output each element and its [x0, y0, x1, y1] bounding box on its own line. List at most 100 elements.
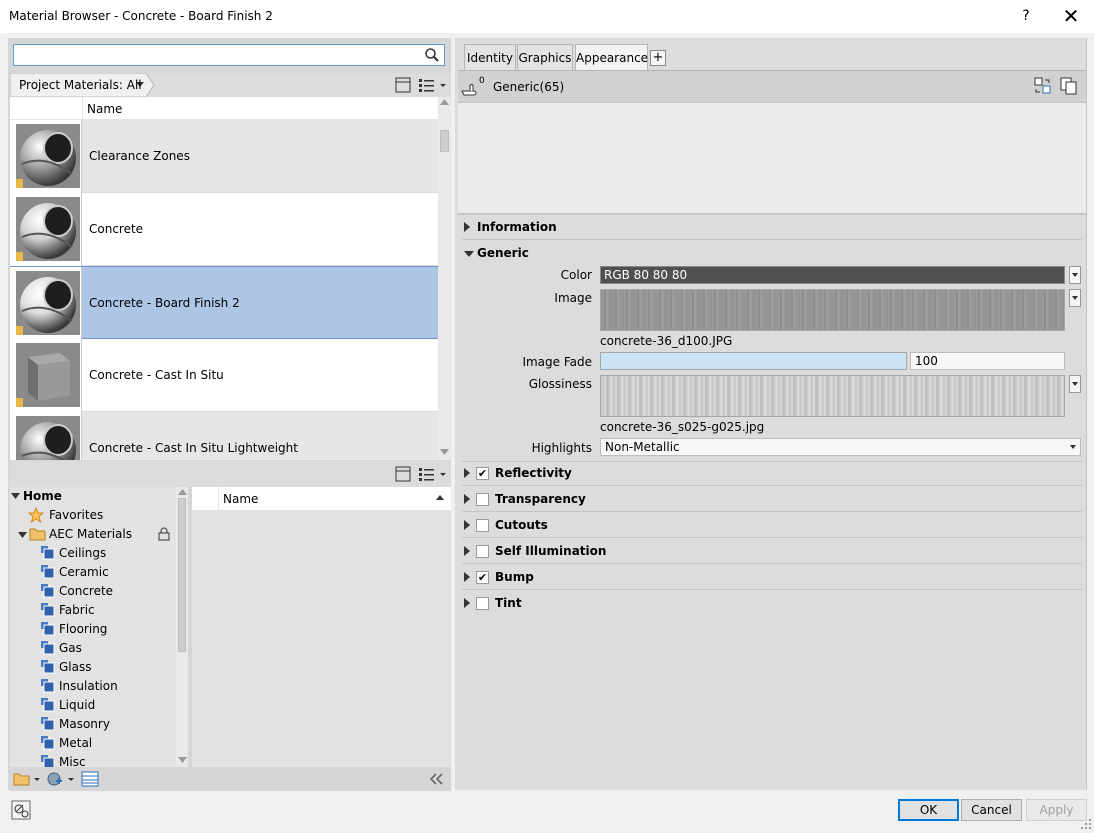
section-bump[interactable]: ✔ Bump — [462, 566, 1082, 590]
library-contents-name-column[interactable]: Name — [223, 492, 258, 506]
color-label: Color — [560, 268, 592, 282]
material-name: Clearance Zones — [89, 149, 190, 163]
library-breadcrumb[interactable]: Project Materials: All — [19, 78, 142, 92]
section-tint[interactable]: Tint — [462, 592, 1082, 616]
expand-down-icon — [464, 251, 474, 257]
section-information[interactable]: Information — [462, 216, 1082, 240]
replace-asset-icon[interactable] — [1034, 77, 1052, 95]
material-row[interactable]: Concrete - Board Finish 2 — [10, 266, 438, 340]
tree-scroll-up-icon[interactable] — [178, 489, 187, 495]
tree-scroll-down-icon[interactable] — [178, 757, 187, 763]
section-cutouts-title: Cutouts — [495, 518, 548, 532]
section-generic[interactable]: Generic — [462, 242, 1082, 266]
image-filename[interactable]: concrete-36_d100.JPG — [600, 334, 732, 348]
material-row[interactable]: Concrete - Cast In Situ — [10, 339, 438, 412]
section-transparency-title: Transparency — [495, 492, 586, 506]
material-row[interactable]: Concrete — [10, 193, 438, 266]
image-dropdown-icon[interactable] — [1069, 289, 1081, 307]
sort-ascending-icon[interactable] — [436, 495, 444, 501]
section-self-illumination[interactable]: Self Illumination — [462, 540, 1082, 564]
add-tab-button[interactable]: + — [650, 50, 666, 66]
library-folder-icon[interactable] — [13, 770, 41, 788]
tree-scroll-thumb[interactable] — [178, 498, 186, 652]
category-icon — [41, 736, 55, 750]
section-transparency[interactable]: Transparency — [462, 488, 1082, 512]
sphere-thumbnail-icon — [16, 416, 80, 460]
collapse-panel-icon[interactable] — [429, 772, 445, 786]
appearance-preview — [458, 103, 1086, 213]
cutouts-checkbox[interactable] — [476, 519, 489, 532]
section-tint-title: Tint — [495, 596, 522, 610]
library-view-toggle-icon[interactable] — [395, 466, 411, 482]
category-icon — [41, 717, 55, 731]
column-separator — [218, 487, 219, 510]
expand-down-icon[interactable] — [18, 532, 27, 539]
material-name: Concrete — [89, 222, 144, 236]
material-list-scroll-thumb[interactable] — [440, 130, 449, 152]
create-material-icon[interactable] — [46, 770, 76, 788]
scroll-up-icon[interactable] — [440, 99, 449, 105]
ok-button[interactable]: OK — [898, 799, 959, 821]
window-title: Material Browser - Concrete - Board Fini… — [9, 9, 273, 23]
close-button[interactable]: ✕ — [1058, 4, 1084, 28]
section-cutouts[interactable]: Cutouts — [462, 514, 1082, 538]
category-icon — [41, 679, 55, 693]
tree-category-label: Masonry — [59, 717, 110, 731]
image-fade-slider[interactable] — [600, 352, 907, 370]
sphere-thumbnail-icon — [16, 124, 80, 188]
material-row[interactable]: Clearance Zones — [10, 120, 438, 193]
search-input[interactable] — [14, 45, 424, 65]
apply-button[interactable]: Apply — [1026, 799, 1087, 821]
glossiness-dropdown-icon[interactable] — [1069, 375, 1081, 393]
list-options-icon[interactable] — [418, 77, 448, 93]
image-fade-value[interactable]: 100 — [910, 352, 1065, 370]
color-field[interactable]: RGB 80 80 80 — [600, 266, 1065, 284]
image-texture-swatch[interactable] — [600, 289, 1065, 331]
material-name: Concrete - Cast In Situ Lightweight — [89, 441, 298, 455]
self-illumination-checkbox[interactable] — [476, 545, 489, 558]
transparency-checkbox[interactable] — [476, 493, 489, 506]
asset-name: Generic(65) — [493, 80, 565, 94]
tree-category-label: Ceramic — [59, 565, 109, 579]
scroll-down-icon[interactable] — [440, 449, 449, 455]
tree-category-label: Fabric — [59, 603, 95, 617]
tab-appearance[interactable]: Appearance — [575, 44, 648, 71]
expand-right-icon — [464, 468, 470, 478]
image-fade-label: Image Fade — [522, 355, 592, 369]
bump-checkbox[interactable]: ✔ — [476, 571, 489, 584]
view-toggle-icon[interactable] — [395, 77, 411, 93]
tab-identity[interactable]: Identity — [464, 44, 516, 70]
resize-grip-icon[interactable] — [1080, 818, 1092, 830]
tint-checkbox[interactable] — [476, 597, 489, 610]
cancel-button[interactable]: Cancel — [961, 799, 1022, 821]
glossiness-filename[interactable]: concrete-36_s025-g025.jpg — [600, 420, 764, 434]
color-dropdown-icon[interactable] — [1069, 266, 1081, 284]
cube-thumbnail-icon — [16, 343, 80, 407]
tab-graphics[interactable]: Graphics — [517, 44, 573, 70]
search-box[interactable] — [13, 44, 445, 66]
material-list-name-column[interactable]: Name — [87, 102, 122, 116]
library-list-options-icon[interactable] — [418, 466, 448, 482]
editor-border — [1086, 38, 1087, 790]
star-icon — [28, 507, 44, 523]
tree-home-label: Home — [23, 489, 62, 503]
tree-node-aec[interactable]: AEC Materials — [10, 525, 176, 544]
reflectivity-checkbox[interactable]: ✔ — [476, 467, 489, 480]
settings-toggle-icon[interactable] — [11, 800, 31, 820]
glossiness-label: Glossiness — [528, 377, 592, 391]
highlights-select[interactable]: Non-Metallic — [600, 438, 1081, 456]
search-icon[interactable] — [424, 47, 440, 63]
section-reflectivity[interactable]: ✔ Reflectivity — [462, 462, 1082, 486]
preview-divider[interactable] — [458, 213, 1086, 215]
column-separator — [82, 97, 83, 120]
library-contents — [192, 487, 451, 767]
tree-favorites-label: Favorites — [49, 508, 104, 522]
glossiness-texture-swatch[interactable] — [600, 375, 1065, 417]
section-information-title: Information — [477, 220, 557, 234]
help-button[interactable]: ? — [1017, 5, 1035, 27]
duplicate-asset-icon[interactable] — [1060, 77, 1078, 95]
expand-down-icon[interactable] — [11, 493, 20, 500]
material-row[interactable]: Concrete - Cast In Situ Lightweight — [10, 412, 438, 460]
expand-right-icon — [464, 494, 470, 504]
material-editor-toggle-icon[interactable] — [81, 770, 99, 788]
